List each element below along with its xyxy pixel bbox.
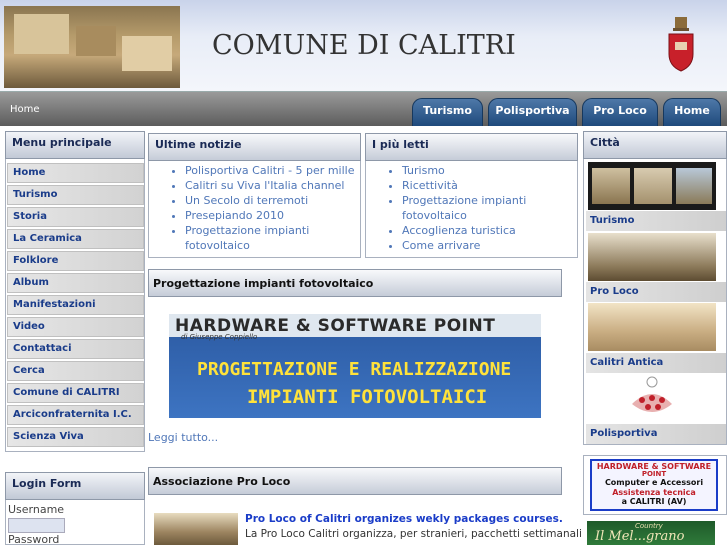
main-menu-title: Menu principale [5,131,145,159]
header-town-photo [4,6,180,88]
polisportiva-logo-image[interactable] [588,374,716,422]
article-title[interactable]: Progettazione impianti fotovoltaico [148,269,562,297]
popular-link[interactable]: Turismo [402,164,445,177]
news-panel: Polisportiva Calitri - 5 per mille Calit… [148,161,361,258]
side-ad-line: POINT [641,470,667,478]
pro-loco-thumbnail [154,513,238,545]
popular-link[interactable]: Accoglienza turistica [402,224,516,237]
read-more-link[interactable]: Leggi tutto... [148,431,218,444]
news-link[interactable]: Calitri su Viva l'Italia channel [185,179,344,192]
breadcrumb[interactable]: Home [10,104,40,115]
menu-item-turismo[interactable]: Turismo [7,185,144,205]
menu-item-home[interactable]: Home [7,163,144,183]
username-input[interactable] [8,518,65,533]
menu-item-comune[interactable]: Comune di CALITRI [7,383,144,403]
menu-item-cerca[interactable]: Cerca [7,361,144,381]
menu-item-manifestazioni[interactable]: Manifestazioni [7,295,144,315]
side-ad-text: Il Mel...grano [595,529,685,544]
ad-line: di Giuseppe Coppiello [181,333,258,341]
city-title: Città [583,131,727,159]
side-ad-line: Assistenza tecnica [612,488,696,497]
news-link[interactable]: Progettazione impianti fotovoltaico [185,224,309,252]
popular-title: I più letti [365,133,578,161]
article-headline[interactable]: Pro Loco of Calitri organizes wekly pack… [245,513,563,525]
city-item-calitri-antica[interactable]: Calitri Antica [586,353,726,373]
article-title[interactable]: Associazione Pro Loco [148,467,562,495]
fotovoltaico-ad-banner[interactable]: HARDWARE & SOFTWARE POINT di Giuseppe Co… [169,314,541,418]
melograno-side-ad[interactable]: Country Il Mel...grano [587,521,715,545]
menu-item-scienza-viva[interactable]: Scienza Viva [7,427,144,447]
ad-line: IMPIANTI FOTOVOLTAICI [247,386,488,408]
menu-item-video[interactable]: Video [7,317,144,337]
ad-line: PROGETTAZIONE E REALIZZAZIONE [197,359,512,380]
news-title: Ultime notizie [148,133,361,161]
city-item-pro-loco[interactable]: Pro Loco [586,282,726,302]
news-link[interactable]: Un Secolo di terremoti [185,194,308,207]
menu-item-ceramica[interactable]: La Ceramica [7,229,144,249]
news-link[interactable]: Presepiando 2010 [185,209,284,222]
city-item-polisportiva[interactable]: Polisportiva [586,424,726,444]
username-label: Username [8,503,65,516]
menu-item-storia[interactable]: Storia [7,207,144,227]
menu-item-contattaci[interactable]: Contattaci [7,339,144,359]
side-ad-line: a CALITRI (AV) [621,497,687,506]
calitri-antica-image[interactable] [588,303,716,351]
hardware-software-side-ad[interactable]: HARDWARE & SOFTWARE POINT Computer e Acc… [583,455,727,515]
turismo-filmstrip-image[interactable] [588,162,716,210]
tab-turismo[interactable]: Turismo [412,98,483,126]
town-crest-icon [668,17,694,72]
menu-item-folklore[interactable]: Folklore [7,251,144,271]
side-ad-line: Computer e Accessori [604,478,704,487]
site-title: COMUNE DI CALITRI [212,30,516,61]
article-body: La Pro Loco Calitri organizza, per stran… [245,528,582,540]
city-item-turismo[interactable]: Turismo [586,211,726,231]
tab-polisportiva[interactable]: Polisportiva [488,98,577,126]
menu-item-arciconfraternita[interactable]: Arciconfraternita I.C. [7,405,144,425]
menu-item-album[interactable]: Album [7,273,144,293]
login-form-title: Login Form [5,472,145,500]
tab-pro-loco[interactable]: Pro Loco [582,98,658,126]
password-label: Password [8,533,60,545]
page: COMUNE DI CALITRI Home Turismo Polisport… [0,0,727,545]
popular-link[interactable]: Progettazione impianti fotovoltaico [402,194,526,222]
popular-link[interactable]: Ricettività [402,179,458,192]
top-navbar: Home Turismo Polisportiva Pro Loco Home [0,92,727,126]
popular-link[interactable]: Come arrivare [402,239,480,252]
site-header: COMUNE DI CALITRI [0,0,727,92]
tab-home[interactable]: Home [663,98,721,126]
popular-panel: Turismo Ricettività Progettazione impian… [365,161,578,258]
news-link[interactable]: Polisportiva Calitri - 5 per mille [185,164,354,177]
pro-loco-image[interactable] [588,233,716,281]
